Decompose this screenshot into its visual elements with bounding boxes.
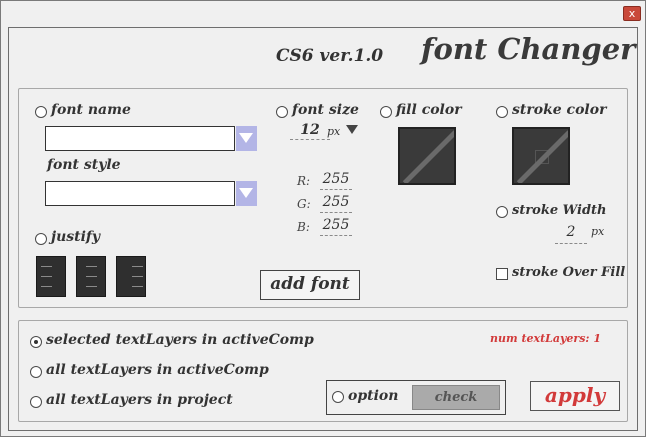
- close-button[interactable]: x: [623, 6, 641, 21]
- stroke-over-fill-label: stroke Over Fill: [512, 265, 626, 280]
- font-size-underline: [290, 139, 330, 140]
- b-underline: [320, 235, 352, 236]
- font-size-radio[interactable]: [276, 106, 288, 118]
- title-bar: x: [1, 1, 645, 25]
- selected-layers-label: selected textLayers in activeComp: [46, 332, 314, 348]
- justify-center-icon[interactable]: [76, 256, 106, 297]
- triangle-down-icon[interactable]: [346, 125, 358, 134]
- font-name-label: font name: [51, 102, 131, 118]
- selected-layers-radio[interactable]: [30, 336, 42, 348]
- stroke-color-swatch[interactable]: [512, 127, 570, 185]
- stroke-color-label: stroke color: [512, 102, 607, 118]
- b-input[interactable]: 255: [320, 217, 352, 233]
- fill-color-radio[interactable]: [380, 106, 392, 118]
- stroke-color-radio[interactable]: [496, 106, 508, 118]
- all-comp-layers-radio[interactable]: [30, 366, 42, 378]
- font-style-label: font style: [47, 157, 121, 173]
- font-name-radio[interactable]: [35, 106, 47, 118]
- r-input[interactable]: 255: [320, 171, 352, 187]
- font-size-unit: px: [327, 125, 341, 138]
- stroke-width-input[interactable]: 2: [555, 224, 587, 240]
- add-font-button[interactable]: add font: [260, 270, 360, 300]
- option-label: option: [348, 388, 399, 404]
- justify-radio[interactable]: [35, 233, 47, 245]
- font-name-combo[interactable]: [45, 126, 235, 151]
- justify-left-icon[interactable]: [36, 256, 66, 297]
- justify-right-icon[interactable]: [116, 256, 146, 297]
- triangle-down-icon[interactable]: [236, 181, 257, 206]
- font-size-label: font size: [292, 102, 359, 118]
- version-label: CS6 ver.1.0: [276, 46, 384, 66]
- fill-color-label: fill color: [396, 102, 462, 118]
- stroke-width-underline: [555, 243, 587, 244]
- option-radio[interactable]: [332, 391, 344, 403]
- font-style-combo[interactable]: [45, 181, 235, 206]
- r-label: R:: [297, 174, 311, 188]
- app-title: font Changer: [421, 32, 636, 66]
- stroke-width-label: stroke Width: [512, 203, 607, 218]
- b-label: B:: [297, 220, 310, 234]
- all-project-layers-radio[interactable]: [30, 396, 42, 408]
- fill-color-swatch[interactable]: [398, 127, 456, 185]
- no-color-icon: [402, 130, 454, 183]
- all-project-layers-label: all textLayers in project: [46, 392, 233, 408]
- all-comp-layers-label: all textLayers in activeComp: [46, 362, 269, 378]
- stroke-width-unit: px: [591, 225, 605, 238]
- justify-label: justify: [51, 229, 101, 245]
- stroke-over-fill-checkbox[interactable]: [496, 268, 508, 280]
- g-underline: [320, 212, 352, 213]
- font-size-input[interactable]: 12: [290, 122, 330, 138]
- triangle-down-icon[interactable]: [236, 126, 257, 151]
- no-color-icon: [516, 130, 568, 183]
- stroke-width-radio[interactable]: [496, 206, 508, 218]
- g-label: G:: [297, 197, 311, 211]
- apply-button[interactable]: apply: [530, 381, 620, 411]
- r-underline: [320, 189, 352, 190]
- g-input[interactable]: 255: [320, 194, 352, 210]
- check-button[interactable]: check: [412, 385, 500, 410]
- num-layers-label: num textLayers: 1: [490, 332, 601, 345]
